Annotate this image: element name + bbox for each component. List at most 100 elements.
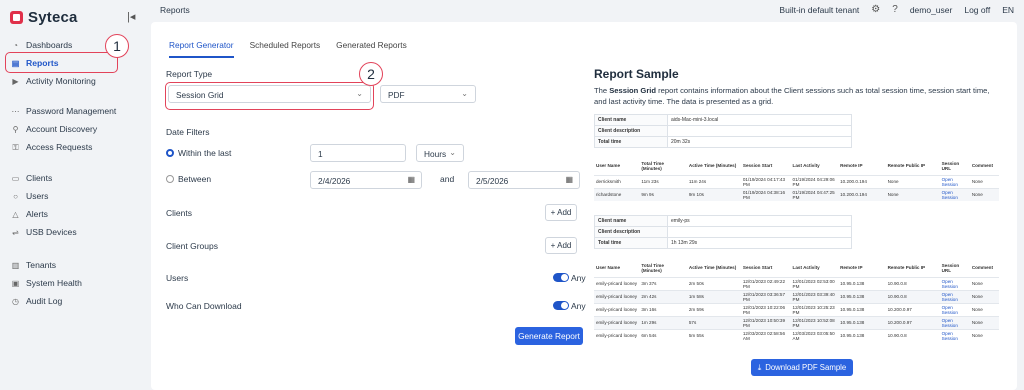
calendar-icon[interactable]: ▦ — [407, 175, 415, 184]
sidebar-item-clients[interactable]: ▭ Clients — [0, 169, 148, 187]
tab-report-generator[interactable]: Report Generator — [169, 40, 234, 58]
sidebar-item-account-discovery[interactable]: ⚲ Account Discovery — [0, 120, 148, 138]
table-cell: richardstone — [594, 187, 640, 201]
sidebar-item-activity-monitoring[interactable]: ▶ Activity Monitoring — [0, 72, 148, 90]
open-session-link[interactable]: Open Session — [939, 174, 970, 188]
bell-icon: △ — [12, 209, 19, 219]
sidebar-item-system-health[interactable]: ▣ System Health — [0, 274, 148, 292]
table-cell: 01/19/2024 04:29:06 PM — [790, 174, 839, 188]
column-header: Active Time (Minutes) — [688, 265, 737, 271]
report-type-select[interactable]: Session Grid ⌄ — [168, 85, 371, 103]
table-cell: emily-pricard looney — [594, 328, 640, 342]
table-cell: 10.95.0.138 — [838, 315, 886, 329]
table-row: derricksmith 11m 23s 11m 24s 01/19/2024 04:… — [594, 174, 999, 188]
open-session-link[interactable]: Open Session — [939, 315, 970, 329]
table-row: emily-pricard looney 6m 54s 5m 55s 12/03/20… — [594, 328, 999, 342]
sidebar-item-users[interactable]: ○ Users — [0, 187, 148, 205]
chevron-down-icon: ⌄ — [449, 148, 456, 157]
table-cell: None — [885, 174, 940, 188]
open-session-link[interactable]: Open Session — [939, 187, 970, 201]
within-last-label: Within the last — [178, 148, 232, 158]
add-clients-button[interactable]: + Add — [545, 204, 577, 221]
table-cell: 12/01/2023 03:39:40 PM — [790, 289, 839, 303]
download-any-toggle[interactable] — [553, 301, 569, 310]
table-cell: None — [969, 302, 999, 316]
usb-icon: ⇌ — [12, 227, 19, 237]
tab-generated-reports[interactable]: Generated Reports — [336, 40, 407, 58]
users-any-label: Any — [571, 273, 586, 283]
table-cell: None — [969, 328, 999, 342]
add-client-groups-button[interactable]: + Add — [545, 237, 577, 254]
table-cell: 2m 50s — [686, 276, 741, 290]
sidebar-item-alerts[interactable]: △ Alerts — [0, 205, 148, 223]
column-header: Total Time (Minutes) — [641, 262, 664, 273]
table-cell: 10.90.0.8 — [885, 328, 940, 342]
table-cell: 2m 42s — [639, 289, 687, 303]
sessions-table-1: User Name Total Time (Minutes) Active Time… — [594, 157, 999, 201]
sidebar-item-label: Dashboards — [26, 40, 73, 50]
client-description-label: Client description — [594, 226, 668, 238]
table-cell: 10.200.0.194 — [838, 187, 886, 201]
format-select[interactable]: PDF ⌄ — [380, 85, 476, 103]
access-icon: ⚿ — [12, 142, 19, 152]
table-row: emily-pricard looney 3m 37s 2m 50s 12/01/20… — [594, 276, 999, 290]
password-icon: ⋯ — [11, 106, 20, 116]
help-icon[interactable]: ? — [892, 4, 898, 15]
time-unit-select[interactable]: Hours ⌄ — [416, 144, 464, 162]
within-last-input[interactable]: 1 — [310, 144, 406, 162]
logoff-link[interactable]: Log off — [964, 5, 990, 15]
table-row: emily-pricard looney 3m 16s 2m 59s 12/01/20… — [594, 302, 999, 316]
date-filters-label: Date Filters — [166, 127, 210, 137]
client-description-value — [667, 125, 852, 137]
sidebar-item-access-requests[interactable]: ⚿ Access Requests — [0, 138, 148, 156]
tab-scheduled-reports[interactable]: Scheduled Reports — [250, 40, 321, 58]
generate-report-button[interactable]: Generate Report — [515, 327, 583, 345]
table-row: richardstone 9m 9s 9m 10s 01/19/2024 04:38:… — [594, 187, 999, 201]
calendar-icon[interactable]: ▦ — [565, 175, 573, 184]
table-cell: 6m 54s — [639, 328, 687, 342]
total-time-value: 1h 13m 29s — [667, 237, 852, 249]
sidebar-item-audit-log[interactable]: ◷ Audit Log — [0, 292, 148, 310]
between-radio[interactable] — [166, 175, 174, 183]
download-pdf-sample-button[interactable]: ⤓ Download PDF Sample — [751, 359, 853, 376]
sessions-table-2: User Name Total Time (Minutes) Active Time… — [594, 259, 999, 342]
within-last-radio[interactable] — [166, 149, 174, 157]
language-selector[interactable]: EN — [1002, 5, 1014, 15]
sample-desc-prefix: The — [594, 86, 610, 95]
table-cell: None — [969, 289, 999, 303]
sidebar-item-label: Users — [26, 191, 49, 201]
report-type-value: Session Grid — [176, 90, 224, 100]
open-session-link[interactable]: Open Session — [939, 328, 970, 342]
collapse-sidebar-icon[interactable]: |◂ — [127, 10, 135, 23]
open-session-link[interactable]: Open Session — [939, 289, 970, 303]
tenant-selector[interactable]: Built-in default tenant — [779, 5, 859, 15]
date-to-input[interactable]: 2/5/2026 ▦ — [468, 171, 580, 189]
sidebar-item-usb-devices[interactable]: ⇌ USB Devices — [0, 223, 148, 241]
user-name[interactable]: demo_user — [910, 5, 953, 15]
history-icon: ◷ — [12, 296, 19, 306]
table-cell: emily-pricard looney — [594, 315, 640, 329]
format-value: PDF — [388, 90, 405, 100]
logo[interactable]: Syteca — [10, 9, 78, 26]
date-from-input[interactable]: 2/4/2026 ▦ — [310, 171, 422, 189]
table-cell: 9m 10s — [686, 187, 741, 201]
table-cell: 10.200.0.97 — [885, 302, 940, 316]
sample-desc-bold: Session Grid — [609, 86, 657, 95]
open-session-link[interactable]: Open Session — [939, 276, 970, 290]
sidebar-item-password-management[interactable]: ⋯ Password Management — [0, 102, 148, 120]
users-any-toggle[interactable] — [553, 273, 569, 282]
column-header: Comment — [971, 163, 993, 169]
sidebar-item-label: Password Management — [26, 106, 117, 116]
column-header: Comment — [971, 265, 993, 271]
table-cell: 12/01/2023 03:36:57 PM — [740, 289, 791, 303]
gear-icon[interactable]: ⚙ — [871, 4, 880, 15]
table-cell: 3m 16s — [639, 302, 687, 316]
column-header: Remote IP — [840, 163, 863, 169]
open-session-link[interactable]: Open Session — [939, 302, 970, 316]
table-cell: 12/01/2023 10:50:39 PM — [740, 315, 791, 329]
download-any-label: Any — [571, 301, 586, 311]
client-name-value: emily-ps — [667, 215, 852, 227]
column-header: Session URL — [941, 160, 960, 171]
sidebar-item-tenants[interactable]: ▥ Tenants — [0, 256, 148, 274]
time-unit-value: Hours — [424, 149, 447, 159]
